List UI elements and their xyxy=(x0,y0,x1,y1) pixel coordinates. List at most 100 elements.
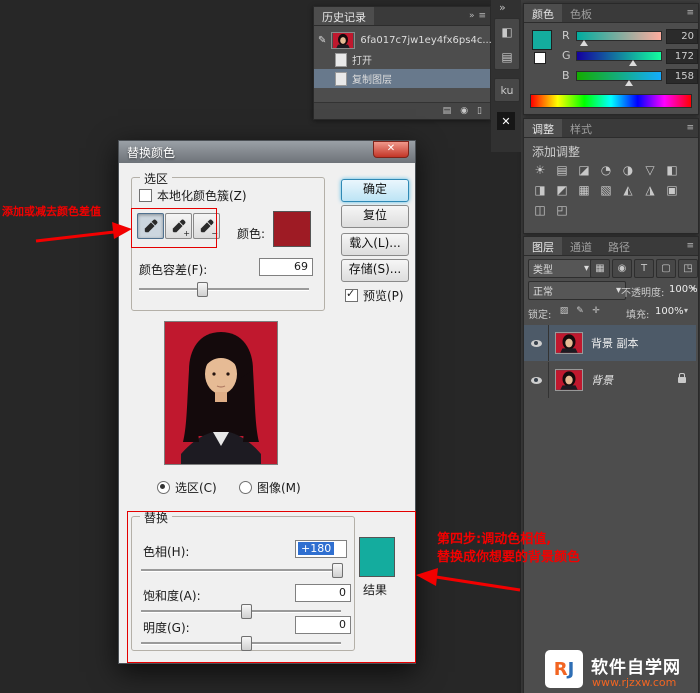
panel-menu-icon[interactable]: ≡ xyxy=(478,11,486,21)
tab-styles[interactable]: 样式 xyxy=(562,119,600,137)
red-value[interactable]: 20 xyxy=(666,29,698,44)
dialog-titlebar[interactable]: 替换颜色 ✕ xyxy=(119,141,415,163)
adjustment-icon[interactable]: ◮ xyxy=(640,181,660,199)
layer-thumbnail[interactable] xyxy=(555,369,583,391)
save-button[interactable]: 存储(S)... xyxy=(341,259,409,282)
result-color-swatch[interactable] xyxy=(359,537,395,577)
panel-menu-icon[interactable]: ≡ xyxy=(686,123,694,133)
adjustment-icon[interactable]: ▽ xyxy=(640,161,660,179)
layer-name[interactable]: 背景 xyxy=(591,372,613,388)
history-footer-icon[interactable]: ◉ xyxy=(460,106,468,116)
hue-input[interactable]: +180 xyxy=(295,540,347,558)
history-footer-icon[interactable]: ▤ xyxy=(443,106,452,116)
green-slider-thumb[interactable] xyxy=(629,60,637,66)
layer-filter-icon[interactable]: ◉ xyxy=(612,259,632,278)
history-item-open[interactable]: 打开 xyxy=(314,50,490,69)
eyedropper-button[interactable] xyxy=(137,213,164,239)
collapse-panels-icon[interactable]: » xyxy=(499,1,506,14)
subtract-from-sample-eyedropper-button[interactable]: − xyxy=(193,213,220,239)
red-slider[interactable] xyxy=(576,31,662,41)
lightness-input[interactable]: 0 xyxy=(295,616,351,634)
lock-option-icon[interactable]: ✛ xyxy=(589,303,603,319)
panel-menu-icon[interactable]: ≡ xyxy=(686,241,694,251)
radio-selection[interactable]: 选区(C) xyxy=(157,479,217,496)
adjustment-icon[interactable]: ◩ xyxy=(552,181,572,199)
lightness-slider-thumb[interactable] xyxy=(241,636,252,651)
checkbox-icon[interactable] xyxy=(345,289,358,302)
history-brush-source-icon[interactable]: ✎ xyxy=(318,35,326,46)
history-item-duplicate-layer[interactable]: 复制图层 xyxy=(314,69,490,88)
foreground-color-swatch[interactable] xyxy=(532,30,552,50)
adjustment-icon[interactable]: ◪ xyxy=(574,161,594,179)
checkbox-icon[interactable] xyxy=(139,189,152,202)
layer-filter-type-dropdown[interactable]: 类型 ▾ xyxy=(528,259,594,278)
blue-slider-thumb[interactable] xyxy=(625,80,633,86)
blend-mode-dropdown[interactable]: 正常 ▾ xyxy=(528,281,626,300)
selection-preview-image[interactable] xyxy=(164,321,278,465)
layer-filter-icon[interactable]: ▢ xyxy=(656,259,676,278)
tab-history[interactable]: 历史记录 xyxy=(314,7,374,25)
adjustment-icon[interactable]: ◑ xyxy=(618,161,638,179)
adjustment-icon[interactable]: ◭ xyxy=(618,181,638,199)
add-to-sample-eyedropper-button[interactable]: + xyxy=(165,213,192,239)
layer-filter-icon[interactable]: T xyxy=(634,259,654,278)
fuzziness-slider-thumb[interactable] xyxy=(197,282,208,297)
load-button[interactable]: 载入(L)... xyxy=(341,233,409,256)
fuzziness-slider[interactable] xyxy=(139,281,309,297)
radio-icon[interactable] xyxy=(239,481,252,494)
saturation-slider-thumb[interactable] xyxy=(241,604,252,619)
selected-color-swatch[interactable] xyxy=(273,211,311,247)
tab-channels[interactable]: 通道 xyxy=(562,237,600,255)
tab-layers[interactable]: 图层 xyxy=(524,237,562,255)
adjustment-icon[interactable]: ◔ xyxy=(596,161,616,179)
color-spectrum-ramp[interactable] xyxy=(530,94,692,108)
collapse-icon[interactable]: » xyxy=(469,11,475,21)
red-slider-thumb[interactable] xyxy=(580,40,588,46)
layer-row-background-copy[interactable]: 背景 副本 xyxy=(524,325,696,361)
layer-row-background[interactable]: 背景 xyxy=(524,362,696,398)
layer-thumbnail[interactable] xyxy=(555,332,583,354)
adjustment-icon[interactable]: ◰ xyxy=(552,201,572,219)
saturation-input[interactable]: 0 xyxy=(295,584,351,602)
history-footer-icon[interactable]: ▯ xyxy=(477,106,482,116)
dock-panel-icon[interactable]: ◧ xyxy=(497,21,517,43)
tab-paths[interactable]: 路径 xyxy=(600,237,638,255)
dock-panel-icon[interactable]: ▤ xyxy=(497,46,517,68)
hue-slider-thumb[interactable] xyxy=(332,563,343,578)
fill-value[interactable]: 100% xyxy=(655,306,684,317)
tab-swatches[interactable]: 色板 xyxy=(562,4,600,22)
ok-button[interactable]: 确定 xyxy=(341,179,409,202)
history-item-snapshot[interactable]: ✎ 6fa017c7jw1ey4fx6ps4c... xyxy=(314,31,490,50)
layer-visibility-eye-icon[interactable] xyxy=(531,377,542,384)
tab-adjustments[interactable]: 调整 xyxy=(524,119,562,137)
layer-filter-icon[interactable]: ▦ xyxy=(590,259,610,278)
panel-menu-icon[interactable]: ≡ xyxy=(686,8,694,18)
blue-slider[interactable] xyxy=(576,71,662,81)
adjustment-icon[interactable]: ◨ xyxy=(530,181,550,199)
radio-icon[interactable] xyxy=(157,481,170,494)
lock-option-icon[interactable]: ✎ xyxy=(573,303,587,319)
radio-image[interactable]: 图像(M) xyxy=(239,479,301,496)
adjustment-icon[interactable]: ☀ xyxy=(530,161,550,179)
fuzziness-input[interactable]: 69 xyxy=(259,258,313,276)
adjustment-icon[interactable]: ◫ xyxy=(530,201,550,219)
adjustment-icon[interactable]: ▦ xyxy=(574,181,594,199)
adjustment-icon[interactable]: ▧ xyxy=(596,181,616,199)
background-color-swatch[interactable] xyxy=(534,52,546,64)
lock-option-icon[interactable]: ▨ xyxy=(557,303,571,319)
adjustment-icon[interactable]: ◧ xyxy=(662,161,682,179)
localized-color-clusters-checkbox[interactable]: 本地化颜色簇(Z) xyxy=(139,187,247,204)
green-value[interactable]: 172 xyxy=(666,49,698,64)
adjustment-icon[interactable]: ▣ xyxy=(662,181,682,199)
close-panel-icon[interactable]: ✕ xyxy=(497,112,515,130)
adjustment-icon[interactable]: ▤ xyxy=(552,161,572,179)
green-slider[interactable] xyxy=(576,51,662,61)
close-icon[interactable]: ✕ xyxy=(373,141,409,158)
layer-filter-icon[interactable]: ◳ xyxy=(678,259,698,278)
preview-checkbox[interactable]: 预览(P) xyxy=(345,287,404,304)
layer-name[interactable]: 背景 副本 xyxy=(591,335,639,351)
lightness-slider[interactable] xyxy=(141,635,341,651)
reset-button[interactable]: 复位 xyxy=(341,205,409,228)
kuler-panel-icon[interactable]: ku xyxy=(494,78,520,102)
blue-value[interactable]: 158 xyxy=(666,69,698,84)
